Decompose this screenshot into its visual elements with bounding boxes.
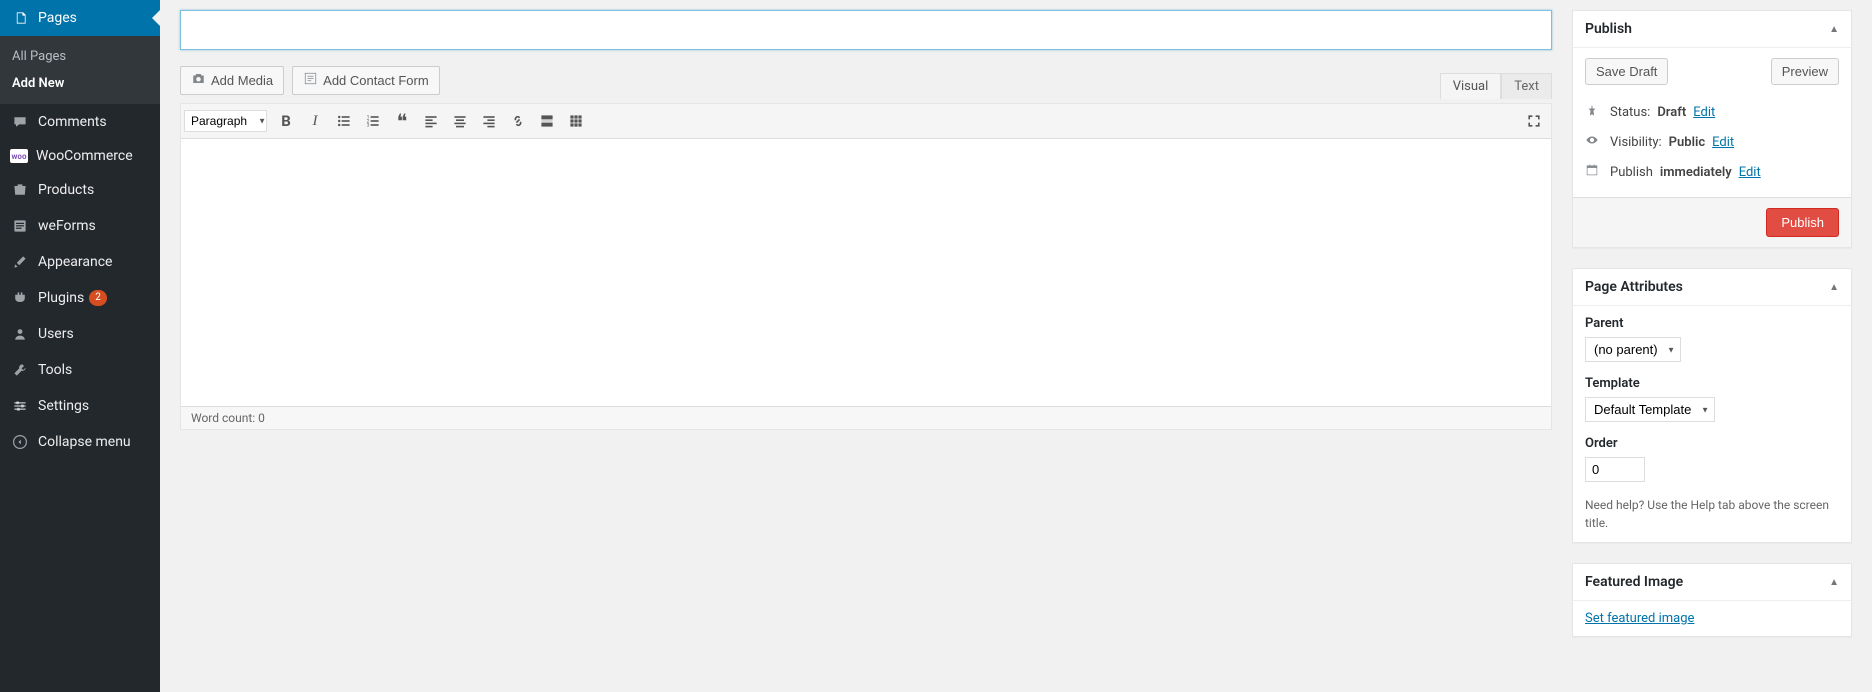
status-row: Status: Draft Edit — [1585, 97, 1839, 127]
save-draft-button[interactable]: Save Draft — [1585, 58, 1668, 85]
readmore-button[interactable] — [533, 107, 561, 135]
plugins-badge: 2 — [89, 290, 107, 306]
sidebar-label: Comments — [38, 114, 107, 130]
toggle-publish-icon[interactable]: ▲ — [1829, 24, 1839, 35]
edit-visibility-link[interactable]: Edit — [1712, 135, 1734, 150]
add-contact-form-button[interactable]: Add Contact Form — [292, 66, 440, 95]
sidebar-label: Products — [38, 182, 94, 198]
attributes-help-text: Need help? Use the Help tab above the sc… — [1585, 496, 1839, 532]
blockquote-button[interactable]: ❝ — [388, 107, 416, 135]
editor-toolbar: Paragraph B I 123 ❝ — [181, 104, 1551, 139]
featured-image-box: Featured Image ▲ Set featured image — [1572, 563, 1852, 637]
publish-title: Publish — [1585, 21, 1632, 37]
add-contact-form-label: Add Contact Form — [323, 73, 429, 88]
sidebar-label: Tools — [38, 362, 72, 378]
plugins-icon — [10, 288, 30, 308]
sidebar-item-settings[interactable]: Settings — [0, 388, 160, 424]
sidebar-item-collapse[interactable]: Collapse menu — [0, 424, 160, 460]
add-media-button[interactable]: Add Media — [180, 66, 284, 95]
page-attributes-title: Page Attributes — [1585, 279, 1683, 295]
sidebar-label: Collapse menu — [38, 434, 131, 450]
sidebar-label: Settings — [38, 398, 89, 414]
calendar-icon — [1585, 163, 1603, 181]
sidebar-item-users[interactable]: Users — [0, 316, 160, 352]
sidebar-item-comments[interactable]: Comments — [0, 104, 160, 140]
editor-status-bar: Word count: 0 — [181, 407, 1551, 429]
fullscreen-button[interactable] — [1520, 107, 1548, 135]
comments-icon — [10, 112, 30, 132]
admin-sidebar: Pages All Pages Add New Comments woo Woo… — [0, 0, 160, 692]
tab-text[interactable]: Text — [1501, 73, 1552, 99]
template-label: Template — [1585, 376, 1839, 391]
sidebar-item-woocommerce[interactable]: woo WooCommerce — [0, 140, 160, 172]
sidebar-item-appearance[interactable]: Appearance — [0, 244, 160, 280]
sidebar-item-tools[interactable]: Tools — [0, 352, 160, 388]
settings-icon — [10, 396, 30, 416]
sidebar-item-weforms[interactable]: weForms — [0, 208, 160, 244]
editor-container: Visual Text Paragraph B I 123 ❝ — [180, 103, 1552, 430]
order-label: Order — [1585, 436, 1839, 451]
publish-button[interactable]: Publish — [1766, 208, 1839, 237]
sidebar-label: Appearance — [38, 254, 112, 270]
bullet-list-button[interactable] — [330, 107, 358, 135]
sidebar-label: weForms — [38, 218, 96, 234]
appearance-icon — [10, 252, 30, 272]
bold-button[interactable]: B — [272, 107, 300, 135]
sidebar-item-plugins[interactable]: Plugins 2 — [0, 280, 160, 316]
editor-canvas[interactable] — [181, 139, 1551, 407]
camera-icon — [191, 71, 206, 90]
sidebar-label: Plugins — [38, 290, 84, 306]
weforms-icon — [10, 216, 30, 236]
toggle-attributes-icon[interactable]: ▲ — [1829, 282, 1839, 293]
parent-label: Parent — [1585, 316, 1839, 331]
toolbar-toggle-button[interactable] — [562, 107, 590, 135]
products-icon — [10, 180, 30, 200]
align-center-button[interactable] — [446, 107, 474, 135]
publish-date-row: Publish immediately Edit — [1585, 157, 1839, 187]
add-media-label: Add Media — [211, 73, 273, 88]
align-right-button[interactable] — [475, 107, 503, 135]
edit-status-link[interactable]: Edit — [1693, 105, 1715, 120]
order-input[interactable] — [1585, 457, 1645, 482]
featured-image-title: Featured Image — [1585, 574, 1683, 590]
pages-icon — [10, 8, 30, 28]
users-icon — [10, 324, 30, 344]
publish-box: Publish ▲ Save Draft Preview Status: Dra… — [1572, 10, 1852, 248]
sidebar-item-pages[interactable]: Pages — [0, 0, 160, 36]
page-title-input[interactable] — [180, 10, 1552, 50]
parent-select[interactable]: (no parent) — [1585, 337, 1681, 362]
form-icon — [303, 71, 318, 90]
main-content: Add Media Add Contact Form Visual Text P… — [160, 0, 1872, 692]
page-attributes-box: Page Attributes ▲ Parent (no parent) Tem… — [1572, 268, 1852, 543]
italic-button[interactable]: I — [301, 107, 329, 135]
sidebar-label: Users — [38, 326, 74, 342]
template-select[interactable]: Default Template — [1585, 397, 1715, 422]
format-select[interactable]: Paragraph — [184, 110, 267, 132]
pages-submenu: All Pages Add New — [0, 36, 160, 104]
toggle-featured-icon[interactable]: ▲ — [1829, 577, 1839, 588]
align-left-button[interactable] — [417, 107, 445, 135]
pin-icon — [1585, 103, 1603, 121]
submenu-all-pages[interactable]: All Pages — [0, 43, 160, 70]
collapse-icon — [10, 432, 30, 452]
set-featured-image-link[interactable]: Set featured image — [1585, 611, 1694, 626]
link-button[interactable] — [504, 107, 532, 135]
sidebar-label: Pages — [38, 10, 77, 26]
submenu-add-new[interactable]: Add New — [0, 70, 160, 97]
numbered-list-button[interactable]: 123 — [359, 107, 387, 135]
sidebar-label: WooCommerce — [36, 148, 133, 164]
woo-icon: woo — [10, 149, 28, 163]
eye-icon — [1585, 133, 1603, 151]
preview-button[interactable]: Preview — [1771, 58, 1839, 85]
word-count: Word count: 0 — [191, 411, 265, 425]
sidebar-item-products[interactable]: Products — [0, 172, 160, 208]
tools-icon — [10, 360, 30, 380]
svg-text:3: 3 — [367, 123, 370, 129]
edit-publish-date-link[interactable]: Edit — [1739, 165, 1761, 180]
visibility-row: Visibility: Public Edit — [1585, 127, 1839, 157]
tab-visual[interactable]: Visual — [1440, 73, 1502, 99]
